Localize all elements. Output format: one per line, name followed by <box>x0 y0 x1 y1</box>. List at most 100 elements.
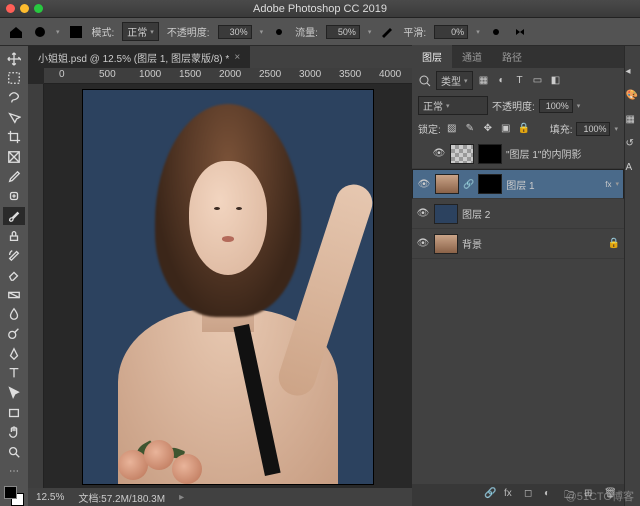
layer-name[interactable]: 背景 <box>462 236 604 251</box>
dodge-tool[interactable] <box>3 325 25 343</box>
visibility-toggle[interactable]: 👁 <box>416 238 430 249</box>
zoom-window-icon[interactable] <box>34 4 43 13</box>
swatches-panel-icon[interactable]: ▦ <box>626 114 640 128</box>
document-tab[interactable]: 小姐姐.psd @ 12.5% (图层 1, 图层蒙版/8) * × <box>28 46 250 69</box>
path-select-tool[interactable] <box>3 384 25 402</box>
chevron-right-icon[interactable]: ▸ <box>179 492 184 503</box>
pen-tool[interactable] <box>3 345 25 363</box>
chevron-down-icon[interactable]: ▾ <box>476 28 480 36</box>
layer-row[interactable]: 👁 🔗 图层 1 fx <box>412 169 624 199</box>
canvas-viewport[interactable] <box>44 84 412 488</box>
filter-type-icon[interactable]: T <box>513 74 527 88</box>
expand-panel-icon[interactable]: ◂ <box>626 66 640 80</box>
layer-opacity-input[interactable]: 100% <box>539 99 573 113</box>
fill-label: 填充: <box>550 121 573 136</box>
close-window-icon[interactable] <box>6 4 15 13</box>
tab-channels[interactable]: 通道 <box>452 45 492 68</box>
layer-row[interactable]: 👁 "图层 1"的内阴影 <box>412 139 624 169</box>
lock-position-icon[interactable]: ✥ <box>481 122 495 136</box>
ruler-horizontal[interactable]: 05001000150020002500300035004000 <box>44 68 412 84</box>
link-icon[interactable]: 🔗 <box>463 179 474 190</box>
fx-badge[interactable]: fx <box>605 180 611 189</box>
tab-paths[interactable]: 路径 <box>492 45 532 68</box>
crop-tool[interactable] <box>3 129 25 147</box>
chevron-down-icon[interactable]: ▾ <box>368 28 372 36</box>
blend-mode-select[interactable]: 正常 <box>122 22 159 41</box>
adjustment-layer-icon[interactable]: ◐ <box>544 488 558 502</box>
layer-row[interactable]: 👁 背景 🔒 <box>412 229 624 259</box>
pressure-opacity-icon[interactable] <box>271 24 287 40</box>
canvas[interactable] <box>83 90 373 484</box>
history-panel-icon[interactable]: ↺ <box>626 138 640 152</box>
filter-shape-icon[interactable]: ▭ <box>531 74 545 88</box>
close-tab-icon[interactable]: × <box>234 52 240 63</box>
lock-transparent-icon[interactable]: ▨ <box>445 122 459 136</box>
marquee-tool[interactable] <box>3 70 25 88</box>
search-icon[interactable] <box>418 74 432 88</box>
foreground-color-swatch[interactable] <box>4 486 17 499</box>
filter-pixel-icon[interactable]: ▦ <box>477 74 491 88</box>
smooth-input[interactable]: 0% <box>434 25 468 39</box>
edit-toolbar-icon[interactable]: ⋯ <box>3 463 25 481</box>
chevron-down-icon[interactable]: ▾ <box>577 102 581 110</box>
layer-style-icon[interactable]: fx <box>504 488 518 502</box>
layer-blend-select[interactable]: 正常 <box>418 96 488 115</box>
eyedropper-tool[interactable] <box>3 168 25 186</box>
lasso-tool[interactable] <box>3 89 25 107</box>
zoom-level[interactable]: 12.5% <box>36 492 64 503</box>
app-title: Adobe Photoshop CC 2019 <box>0 3 640 15</box>
minimize-window-icon[interactable] <box>20 4 29 13</box>
fill-input[interactable]: 100% <box>576 122 610 136</box>
history-brush-tool[interactable] <box>3 247 25 265</box>
lock-artboard-icon[interactable]: ▣ <box>499 122 513 136</box>
hand-tool[interactable] <box>3 423 25 441</box>
clone-stamp-tool[interactable] <box>3 227 25 245</box>
options-bar: ▾ 模式: 正常 不透明度: 30% ▾ 流量: 50% ▾ 平滑: 0% ▾ <box>0 18 640 46</box>
filter-smart-icon[interactable]: ◧ <box>549 74 563 88</box>
color-swatches[interactable] <box>4 486 24 506</box>
visibility-toggle[interactable]: 👁 <box>417 179 431 190</box>
airbrush-icon[interactable] <box>379 24 395 40</box>
lock-all-icon[interactable]: 🔒 <box>517 122 531 136</box>
chevron-down-icon[interactable]: ▾ <box>56 28 60 36</box>
zoom-tool[interactable] <box>3 443 25 461</box>
filter-adjust-icon[interactable]: ◐ <box>495 74 509 88</box>
lock-paint-icon[interactable]: ✎ <box>463 122 477 136</box>
home-icon[interactable] <box>8 24 24 40</box>
layer-name[interactable]: "图层 1"的内阴影 <box>506 146 620 161</box>
visibility-toggle[interactable]: 👁 <box>432 148 446 159</box>
chevron-down-icon[interactable]: ▾ <box>260 28 264 36</box>
type-tool[interactable] <box>3 365 25 383</box>
quick-select-tool[interactable] <box>3 109 25 127</box>
brush-preset-icon[interactable] <box>32 24 48 40</box>
link-layers-icon[interactable]: 🔗 <box>484 488 498 502</box>
visibility-toggle[interactable]: 👁 <box>416 208 430 219</box>
frame-tool[interactable] <box>3 148 25 166</box>
filter-type-select[interactable]: 类型 <box>436 71 473 90</box>
brush-panel-icon[interactable] <box>68 24 84 40</box>
layer-name[interactable]: 图层 1 <box>506 177 601 192</box>
window-controls[interactable] <box>6 4 43 13</box>
layer-mask-icon[interactable]: ◻ <box>524 488 538 502</box>
layer-row[interactable]: 👁 图层 2 <box>412 199 624 229</box>
lock-icon[interactable]: 🔒 <box>608 238 620 249</box>
ruler-vertical[interactable] <box>28 84 44 488</box>
gear-icon[interactable] <box>488 24 504 40</box>
tab-layers[interactable]: 图层 <box>412 45 452 68</box>
opacity-input[interactable]: 30% <box>218 25 252 39</box>
gradient-tool[interactable] <box>3 286 25 304</box>
chevron-down-icon[interactable]: ▾ <box>614 125 618 133</box>
brush-tool[interactable] <box>3 207 25 225</box>
color-panel-icon[interactable]: 🎨 <box>626 90 640 104</box>
symmetry-icon[interactable] <box>512 24 528 40</box>
character-panel-icon[interactable]: A <box>626 162 640 176</box>
eraser-tool[interactable] <box>3 266 25 284</box>
layer-mask-thumb[interactable] <box>478 174 502 194</box>
healing-tool[interactable] <box>3 188 25 206</box>
blur-tool[interactable] <box>3 306 25 324</box>
move-tool[interactable] <box>3 50 25 68</box>
flow-input[interactable]: 50% <box>326 25 360 39</box>
doc-info[interactable]: 文档:57.2M/180.3M <box>78 490 165 505</box>
layer-name[interactable]: 图层 2 <box>462 206 620 221</box>
rectangle-tool[interactable] <box>3 404 25 422</box>
